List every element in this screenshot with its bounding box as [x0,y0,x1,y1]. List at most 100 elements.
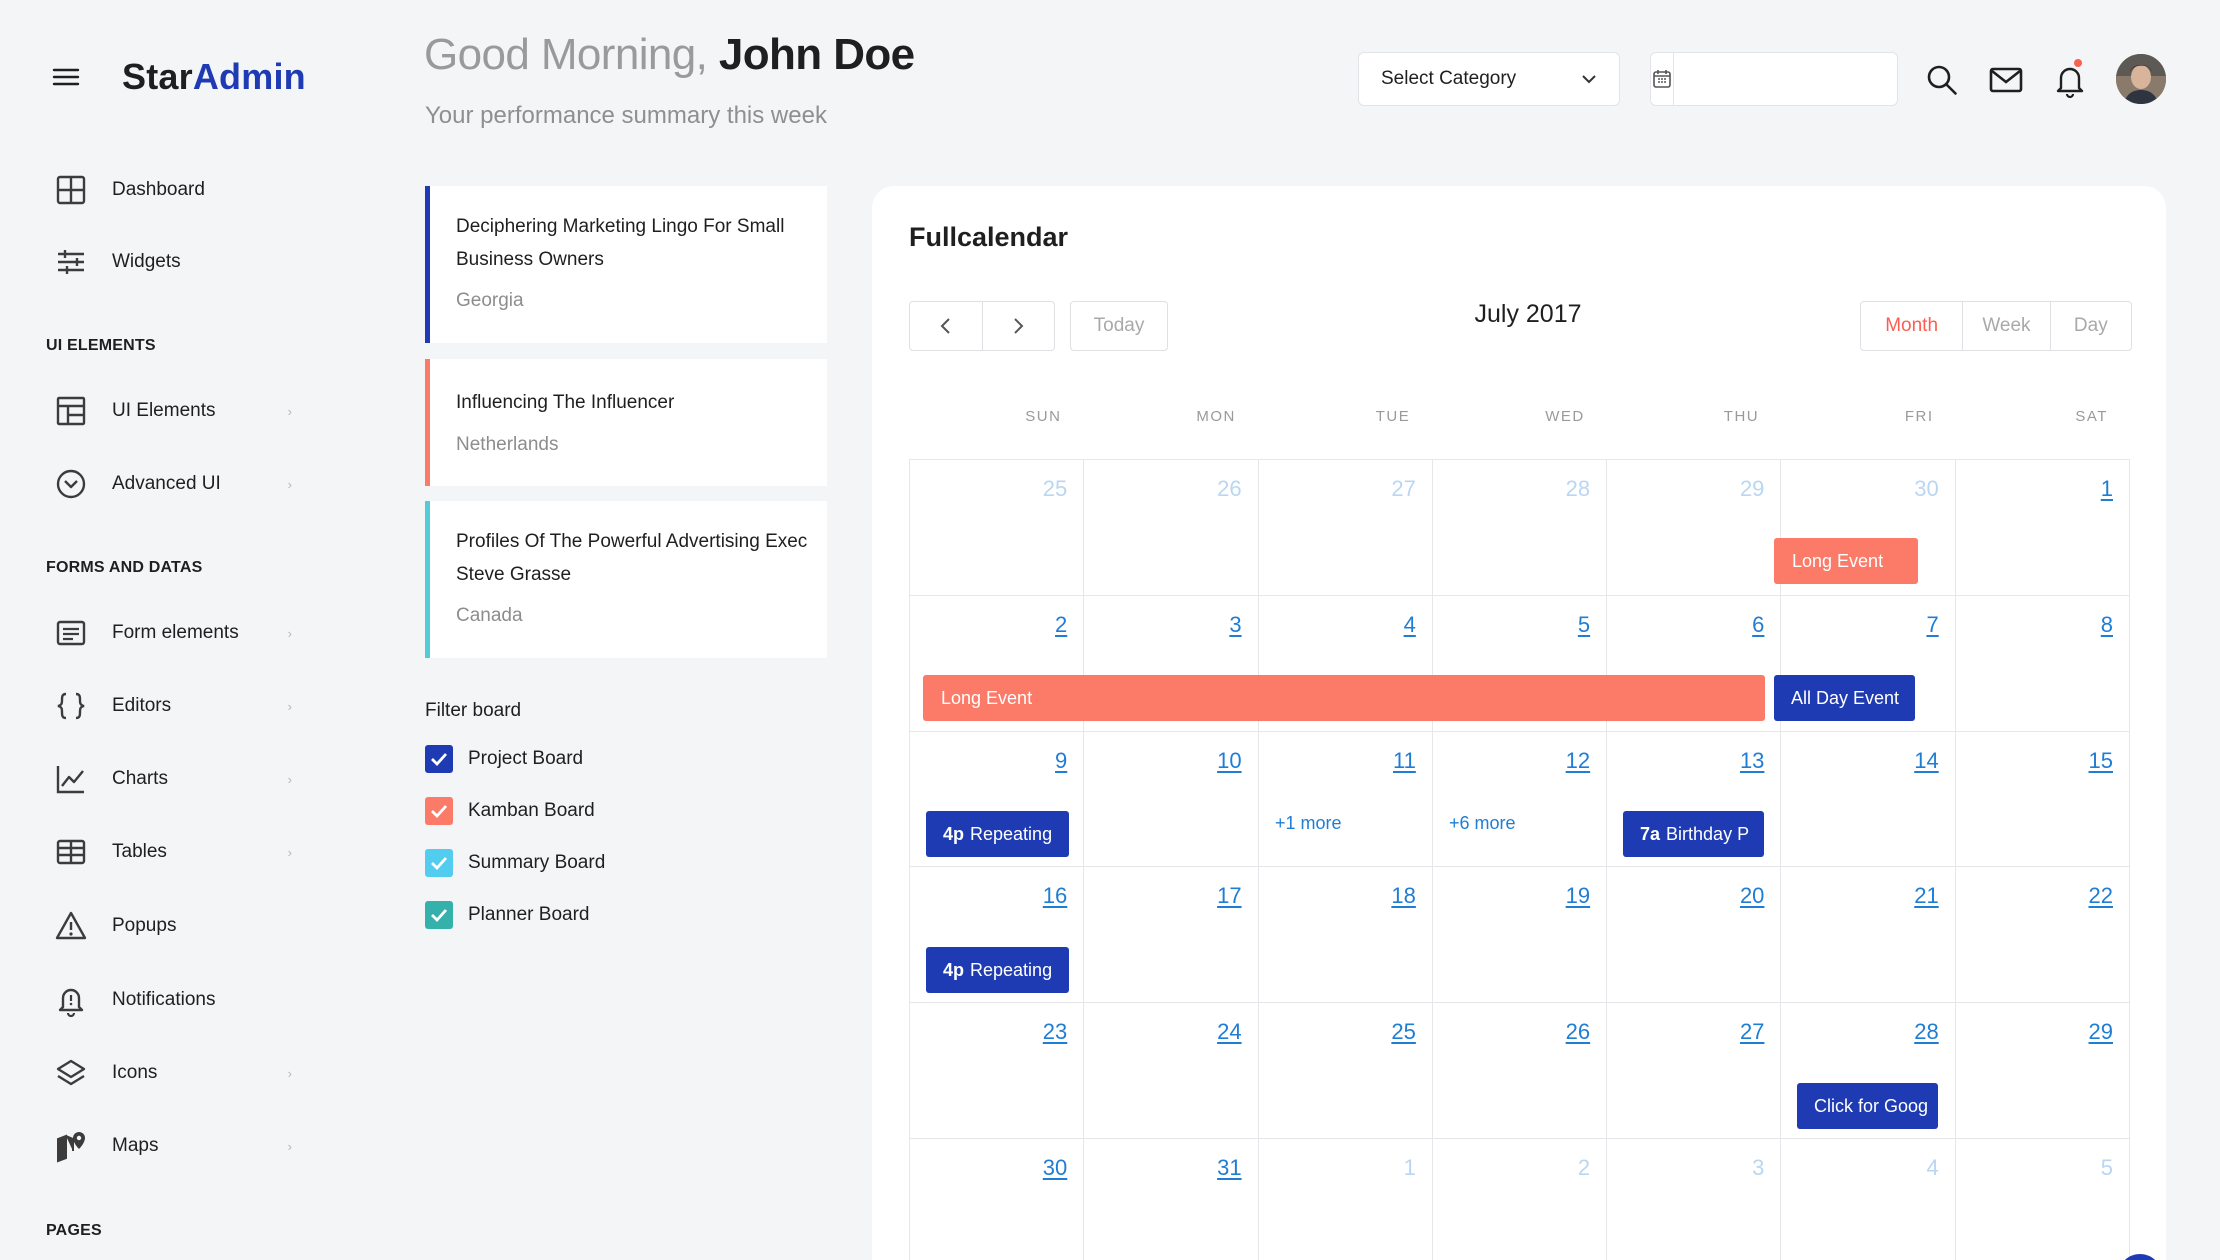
day-number[interactable]: 4 [1404,612,1416,638]
day-number[interactable]: 2 [1055,612,1067,638]
day-number[interactable]: 7 [1926,612,1938,638]
day-number[interactable]: 2 [1578,1155,1590,1181]
calendar-day-cell[interactable]: 29 [1955,1003,2130,1139]
calendar-event[interactable]: All Day Event [1774,675,1915,721]
day-number[interactable]: 4 [1926,1155,1938,1181]
checkbox-checked-icon[interactable] [425,745,453,773]
view-week-button[interactable]: Week [1962,302,2049,350]
sidebar-item-maps[interactable]: Maps › [52,1122,292,1170]
day-number[interactable]: 19 [1566,883,1590,909]
checkbox-checked-icon[interactable] [425,901,453,929]
calendar-day-cell[interactable]: 25 [1258,1003,1433,1139]
day-number[interactable]: 25 [1043,476,1067,502]
day-number[interactable]: 11 [1393,748,1416,774]
calendar-event[interactable]: 7a Birthday P [1623,811,1764,857]
calendar-day-cell[interactable]: 5 [1956,1138,2130,1260]
more-events-link[interactable]: +1 more [1275,813,1342,834]
day-number[interactable]: 3 [1229,612,1241,638]
day-number[interactable]: 10 [1217,748,1241,774]
calendar-day-cell[interactable]: 20 [1607,867,1782,1004]
day-number[interactable]: 28 [1566,476,1590,502]
date-picker[interactable] [1650,52,1930,106]
sidebar-item-tables[interactable]: Tables › [52,828,292,876]
day-number[interactable]: 29 [2089,1019,2113,1045]
calendar-day-cell[interactable]: 27 [1607,1003,1782,1139]
calendar-day-cell[interactable]: 19 [1432,867,1608,1004]
sidebar-item-dashboard[interactable]: Dashboard [52,166,292,214]
category-select[interactable]: Select Category [1358,52,1620,106]
day-number[interactable]: 27 [1391,476,1415,502]
day-number[interactable]: 3 [1752,1155,1764,1181]
day-number[interactable]: 21 [1914,883,1938,909]
date-input[interactable] [1674,53,1930,105]
sidebar-item-editors[interactable]: Editors › [52,682,292,730]
calendar-event[interactable]: 4p Repeating [926,947,1069,993]
day-number[interactable]: 30 [1043,1155,1067,1181]
calendar-day-cell[interactable]: 26 [1084,460,1259,596]
filter-summary-board[interactable]: Summary Board [425,848,605,878]
article-card[interactable]: Deciphering Marketing Lingo For Small Bu… [425,186,827,343]
article-card[interactable]: Influencing The Influencer Netherlands [425,359,827,486]
day-number[interactable]: 20 [1740,883,1764,909]
day-number[interactable]: 22 [2089,883,2113,909]
calendar-event[interactable]: 4p Repeating [926,811,1069,857]
calendar-day-cell[interactable]: 14 [1781,731,1956,868]
calendar-day-cell[interactable]: 17 [1084,867,1259,1004]
brand-logo[interactable]: StarAdmin [122,56,306,98]
avatar[interactable] [2116,54,2166,104]
calendar-day-cell[interactable]: 30 [910,1138,1085,1260]
calendar-day-cell[interactable]: 2 [1433,1138,1608,1260]
day-number[interactable]: 5 [2101,1155,2113,1181]
bell-icon[interactable] [2050,60,2090,100]
calendar-day-cell[interactable]: 21 [1781,867,1956,1004]
view-month-button[interactable]: Month [1861,302,1962,350]
calendar-day-cell[interactable]: 8 [1955,595,2130,732]
sidebar-item-notifications[interactable]: Notifications [52,976,292,1024]
day-number[interactable]: 13 [1740,748,1764,774]
day-number[interactable]: 25 [1391,1019,1415,1045]
calendar-day-cell[interactable]: 31 [1084,1138,1259,1260]
calendar-day-cell[interactable]: 18 [1258,867,1433,1004]
day-number[interactable]: 27 [1740,1019,1764,1045]
calendar-day-cell[interactable]: 23 [910,1003,1085,1139]
article-card[interactable]: Profiles Of The Powerful Advertising Exe… [425,501,827,658]
checkbox-checked-icon[interactable] [425,797,453,825]
sidebar-item-icons[interactable]: Icons › [52,1049,292,1097]
day-number[interactable]: 28 [1914,1019,1938,1045]
calendar-event[interactable]: Click for Goog [1797,1083,1938,1129]
filter-kamban-board[interactable]: Kamban Board [425,796,595,826]
day-number[interactable]: 26 [1217,476,1241,502]
calendar-day-cell[interactable]: 25 [910,460,1085,596]
sidebar-item-form-elements[interactable]: Form elements › [52,609,292,657]
more-events-link[interactable]: +6 more [1449,813,1516,834]
day-number[interactable]: 26 [1566,1019,1590,1045]
search-icon[interactable] [1922,60,1962,100]
view-day-button[interactable]: Day [2049,302,2131,350]
calendar-day-cell[interactable]: 10 [1084,731,1259,868]
calendar-event[interactable]: Long Event [1774,538,1918,584]
day-number[interactable]: 16 [1043,883,1067,909]
calendar-day-cell[interactable]: 28 [1432,460,1608,596]
day-number[interactable]: 12 [1566,748,1590,774]
day-number[interactable]: 18 [1391,883,1415,909]
calendar-day-cell[interactable]: 3 [1607,1138,1782,1260]
sidebar-item-charts[interactable]: Charts › [52,755,292,803]
calendar-day-cell[interactable]: 12 [1432,731,1608,868]
day-number[interactable]: 5 [1578,612,1590,638]
day-number[interactable]: 23 [1043,1019,1067,1045]
next-month-button[interactable] [981,302,1055,350]
today-button[interactable]: Today [1070,301,1168,351]
day-number[interactable]: 9 [1055,748,1067,774]
calendar-day-cell[interactable]: 4 [1781,1138,1956,1260]
calendar-day-cell[interactable]: 1 [1955,460,2130,596]
day-number[interactable]: 8 [2101,612,2113,638]
filter-planner-board[interactable]: Planner Board [425,900,589,930]
day-number[interactable]: 17 [1217,883,1241,909]
calendar-icon[interactable] [1651,53,1674,105]
hamburger-menu-icon[interactable] [50,61,82,93]
day-number[interactable]: 1 [2101,476,2113,502]
calendar-day-cell[interactable]: 1 [1259,1138,1433,1260]
calendar-day-cell[interactable]: 26 [1432,1003,1608,1139]
sidebar-item-ui-elements[interactable]: UI Elements › [52,387,292,435]
day-number[interactable]: 24 [1217,1019,1241,1045]
